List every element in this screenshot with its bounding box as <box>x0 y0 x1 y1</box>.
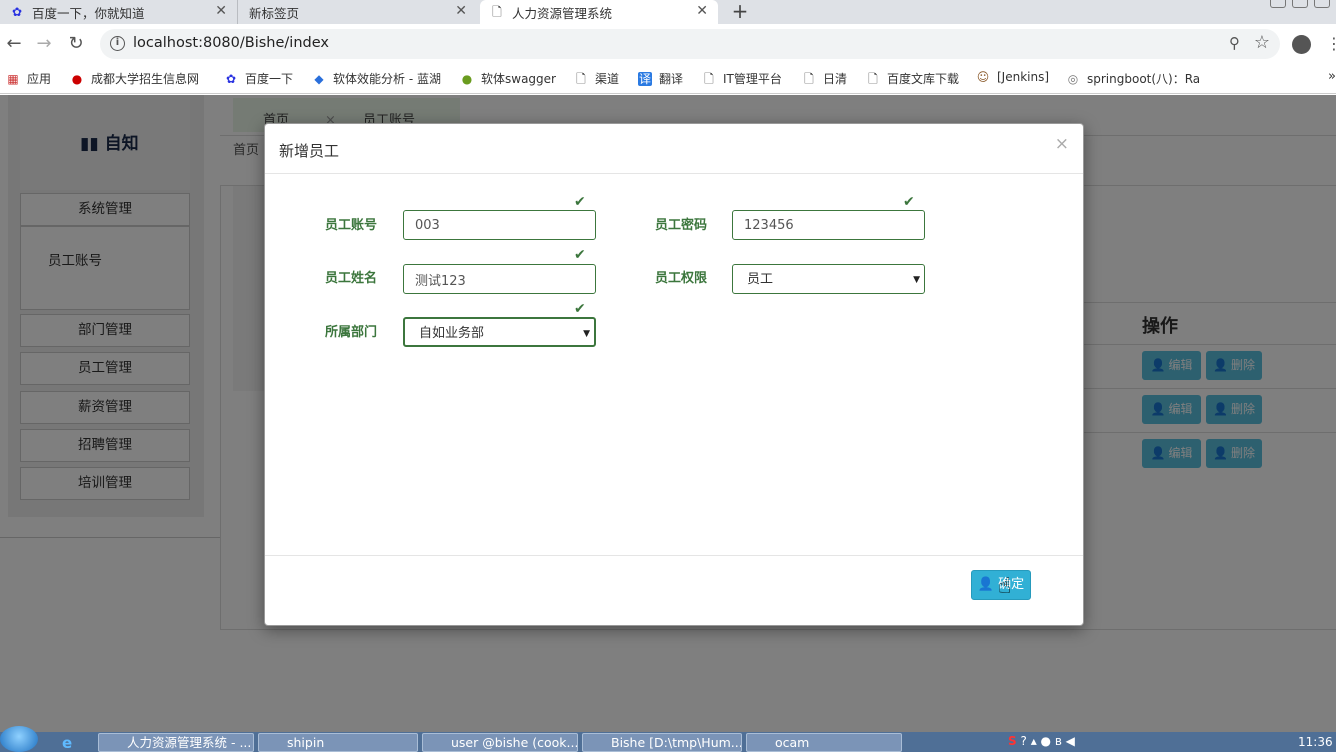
browser-tab-strip: ✿ 百度一下，你就知道 ✕ 新标签页 ✕ 🗋 人力资源管理系统 ✕ + <box>0 0 1336 24</box>
sogou-icon[interactable]: S <box>1008 734 1017 748</box>
network-icon[interactable]: ▴ <box>1031 734 1037 748</box>
jenkins-icon: ☺ <box>976 70 990 84</box>
close-icon[interactable]: × <box>1055 134 1069 154</box>
star-icon[interactable]: ☆ <box>1254 32 1270 53</box>
taskbar-item[interactable]: shipin <box>258 733 418 752</box>
browser-tab-newtab[interactable]: 新标签页 ✕ <box>239 0 477 24</box>
url-text: localhost:8080/Bishe/index <box>133 35 329 51</box>
bookmark-item[interactable]: ◎ springboot(八)：Ra <box>1066 70 1204 87</box>
bookmark-item[interactable]: ✿ 百度一下 <box>224 70 293 87</box>
menu-icon[interactable]: ⋮ <box>1326 34 1336 53</box>
translate-icon: 译 <box>638 71 652 86</box>
browser-tab-hr-system[interactable]: 🗋 人力资源管理系统 ✕ <box>480 0 718 24</box>
taskbar-item[interactable]: ocam <box>746 733 902 752</box>
new-tab-icon[interactable]: + <box>730 0 750 24</box>
taskbar-item[interactable]: user @bishe (cook... <box>422 733 578 752</box>
site-icon: ◆ <box>314 71 324 86</box>
close-icon[interactable]: ✕ <box>215 3 227 19</box>
close-window-icon[interactable] <box>1314 0 1330 8</box>
start-button[interactable] <box>0 726 38 752</box>
browser-tab-baidu[interactable]: ✿ 百度一下，你就知道 ✕ <box>0 0 238 24</box>
back-icon[interactable]: ← <box>2 32 26 56</box>
reload-icon[interactable]: ↻ <box>64 32 88 56</box>
address-bar[interactable]: i localhost:8080/Bishe/index ⚲ ☆ <box>100 29 1280 59</box>
volume-icon[interactable]: ◀ <box>1066 734 1075 748</box>
account-label: 员工账号 <box>325 218 378 233</box>
bookmark-item[interactable]: 译翻译 <box>638 70 683 87</box>
close-icon[interactable]: ✕ <box>696 3 708 19</box>
tab-title: 人力资源管理系统 <box>512 5 613 21</box>
restore-icon[interactable] <box>1292 0 1308 8</box>
bookmark-item[interactable]: ◆ 软体效能分析 - 蓝湖 <box>312 70 441 87</box>
site-icon: ● <box>71 71 83 86</box>
browser-toolbar: ← → ↻ i localhost:8080/Bishe/index ⚲ ☆ ⋮ <box>0 24 1336 64</box>
bookmark-item[interactable]: 🗋 百度文库下载 <box>866 70 959 87</box>
search-icon[interactable]: ⚲ <box>1229 34 1240 52</box>
check-icon: ✔ <box>574 301 586 317</box>
tab-title: 百度一下，你就知道 <box>32 5 145 21</box>
paw-icon: ✿ <box>225 71 237 86</box>
bookmark-item[interactable]: ● 成都大学招生信息网 <box>70 70 199 87</box>
caret-down-icon: ▼ <box>583 329 590 339</box>
bookmark-item[interactable]: 🗋 日清 <box>802 70 847 87</box>
minimize-icon[interactable] <box>1270 0 1286 8</box>
more-bookmarks-icon[interactable]: » <box>1328 69 1336 84</box>
system-tray: S ? ▴ ● ʙ ◀ <box>1008 734 1075 748</box>
ie-icon[interactable]: e <box>62 734 72 752</box>
page-icon: 🗋 <box>868 71 878 86</box>
account-input[interactable] <box>403 210 596 240</box>
department-label: 所属部门 <box>325 325 378 340</box>
info-icon[interactable]: i <box>110 36 125 51</box>
profile-icon[interactable] <box>1292 35 1311 54</box>
help-icon[interactable]: ? <box>1020 734 1026 748</box>
password-input[interactable] <box>732 210 925 240</box>
clock: 11:36 <box>1298 735 1333 749</box>
role-select[interactable]: 员工 ▼ <box>732 264 925 294</box>
page-icon: 🗋 <box>704 71 714 86</box>
add-employee-modal: 新增员工 × 员工账号 ✔ 员工密码 ✔ 员工姓名 ✔ 员工权限 员工 ▼ 所属… <box>264 123 1084 626</box>
hand-cursor-icon: ☝ <box>998 574 1012 599</box>
modal-header: 新增员工 × <box>265 124 1083 174</box>
name-input[interactable] <box>403 264 596 294</box>
modal-title: 新增员工 <box>279 142 340 160</box>
site-icon: ◎ <box>1067 71 1079 86</box>
password-label: 员工密码 <box>655 218 708 233</box>
swagger-icon: ● <box>461 71 473 86</box>
bookmark-item[interactable]: 🗋 渠道 <box>574 70 619 87</box>
page-icon: 🗋 <box>576 71 586 86</box>
taskbar-item[interactable]: 人力资源管理系统 - ... <box>98 733 254 752</box>
forward-icon[interactable]: → <box>32 32 56 56</box>
wechat-icon[interactable]: ● <box>1041 734 1051 748</box>
user-icon: 👤 <box>977 577 995 592</box>
page-icon: 🗋 <box>804 71 814 86</box>
department-select[interactable]: 自如业务部 ▼ <box>403 317 596 347</box>
check-icon: ✔ <box>574 194 586 210</box>
bookmark-item[interactable]: ● 软体swagger <box>460 70 556 87</box>
check-icon: ✔ <box>574 247 586 263</box>
taskbar-item[interactable]: Bishe [D:\tmp\Hum... <box>582 733 742 752</box>
modal-footer-divider <box>265 555 1083 556</box>
page-icon: 🗋 <box>492 5 502 19</box>
role-label: 员工权限 <box>655 271 708 286</box>
apps-grid-icon: ▦ <box>7 71 19 86</box>
window-controls <box>1270 0 1330 8</box>
close-icon[interactable]: ✕ <box>455 3 467 19</box>
caret-down-icon: ▼ <box>913 275 920 285</box>
paw-icon: ✿ <box>11 5 23 19</box>
check-icon: ✔ <box>903 194 915 210</box>
taskbar: e 人力资源管理系统 - ... shipin user @bishe (coo… <box>0 726 1336 752</box>
tab-title: 新标签页 <box>249 5 300 21</box>
bookmarks-bar: ▦ 应用 ● 成都大学招生信息网 ✿ 百度一下 ◆ 软体效能分析 - 蓝湖 ● 软体swa… <box>0 64 1336 94</box>
bookmark-item[interactable]: ☺ [Jenkins] <box>976 70 1049 84</box>
bluetooth-icon[interactable]: ʙ <box>1055 734 1062 748</box>
name-label: 员工姓名 <box>325 271 378 286</box>
bookmark-apps[interactable]: ▦ 应用 <box>6 70 51 87</box>
bookmark-item[interactable]: 🗋 IT管理平台 <box>702 70 782 87</box>
